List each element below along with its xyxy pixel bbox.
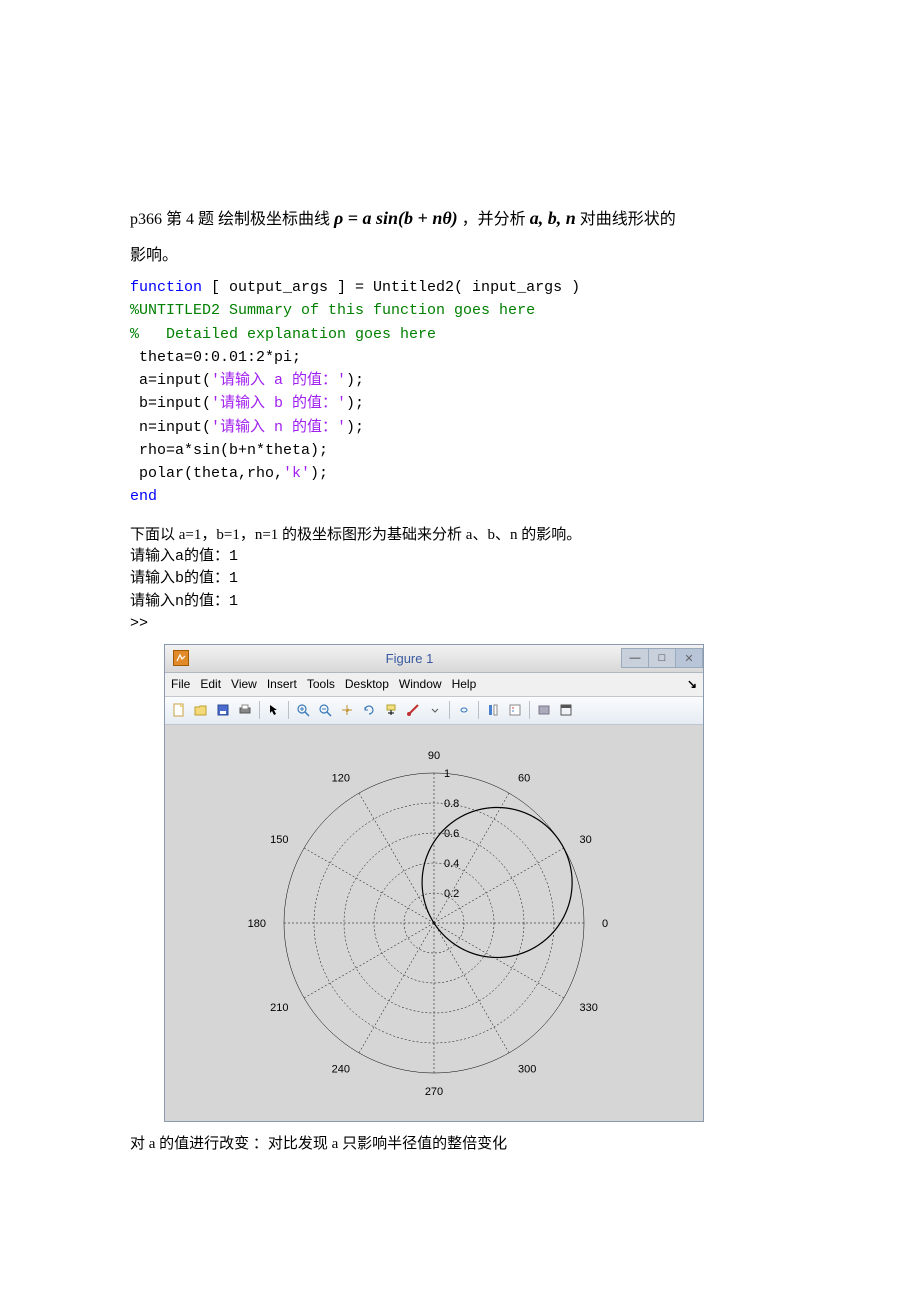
problem-vars: a, b, n xyxy=(530,208,576,228)
svg-text:180: 180 xyxy=(248,918,266,930)
code-l7b: '请输入 n 的值：' xyxy=(211,419,346,436)
problem-suffix1: 对曲线形状的 xyxy=(580,211,676,228)
problem-statement-2: 影响。 xyxy=(130,240,790,272)
menu-overflow-icon[interactable]: ↘ xyxy=(687,677,697,691)
figure-window: Figure 1 — □ ✕ File Edit View Insert Too… xyxy=(164,644,704,1122)
svg-text:90: 90 xyxy=(428,750,440,762)
problem-prefix: p366 第 4 题 绘制极坐标曲线 xyxy=(130,211,330,228)
command-output: 请输入a的值：1 请输入b的值：1 请输入n的值：1 >> xyxy=(130,546,790,636)
svg-text:0.8: 0.8 xyxy=(444,798,459,810)
code-l5c: ); xyxy=(346,372,364,389)
menu-tools[interactable]: Tools xyxy=(307,677,335,691)
cmd-l3: 请输入n的值：1 xyxy=(130,593,238,610)
menu-edit[interactable]: Edit xyxy=(200,677,221,691)
toolbar-separator xyxy=(478,701,479,719)
cmd-l1: 请输入a的值：1 xyxy=(130,548,238,565)
open-icon[interactable] xyxy=(191,700,211,720)
new-icon[interactable] xyxy=(169,700,189,720)
svg-text:150: 150 xyxy=(270,834,288,846)
brush-icon[interactable] xyxy=(403,700,423,720)
code-l1b: [ output_args ] = Untitled2( input_args … xyxy=(202,279,580,296)
svg-text:60: 60 xyxy=(518,772,530,784)
toolbar xyxy=(165,697,703,725)
insert-legend-icon[interactable] xyxy=(505,700,525,720)
code-l9b: 'k' xyxy=(283,465,310,482)
problem-formula: ρ = a sin(b + nθ) xyxy=(334,208,458,228)
problem-mid: ，并分析 xyxy=(462,211,526,228)
polar-plot: 0 30 60 90 120 150 180 210 240 270 300 330 0.2 0.4 0.6… xyxy=(244,743,624,1103)
menu-desktop[interactable]: Desktop xyxy=(345,677,389,691)
arrow-icon[interactable] xyxy=(264,700,284,720)
close-button[interactable]: ✕ xyxy=(675,648,703,668)
code-l6b: '请输入 b 的值：' xyxy=(211,395,346,412)
zoom-out-icon[interactable] xyxy=(315,700,335,720)
conclusion: 对 a 的值进行改变 ：对比发现 a 只影响半径值的整倍变化 xyxy=(130,1132,790,1153)
svg-text:240: 240 xyxy=(332,1063,350,1075)
code-l7c: ); xyxy=(346,419,364,436)
dock-icon[interactable] xyxy=(556,700,576,720)
svg-text:330: 330 xyxy=(579,1002,597,1014)
code-l9c: ); xyxy=(310,465,328,482)
dropdown-icon[interactable] xyxy=(425,700,445,720)
menu-file[interactable]: File xyxy=(171,677,190,691)
matlab-code: function [ output_args ] = Untitled2( in… xyxy=(130,276,790,509)
print-icon[interactable] xyxy=(235,700,255,720)
pan-icon[interactable] xyxy=(337,700,357,720)
matlab-icon xyxy=(173,650,189,666)
code-l6c: ); xyxy=(346,395,364,412)
toolbar-separator xyxy=(288,701,289,719)
toolbar-separator xyxy=(529,701,530,719)
cmd-prompt: >> xyxy=(130,615,148,632)
maximize-button[interactable]: □ xyxy=(648,648,676,668)
code-l5a: a=input( xyxy=(130,372,211,389)
code-l9a: polar(theta,rho, xyxy=(130,465,283,482)
zoom-in-icon[interactable] xyxy=(293,700,313,720)
titlebar: Figure 1 — □ ✕ xyxy=(165,645,703,673)
code-l4: theta=0:0.01:2*pi; xyxy=(130,349,301,366)
code-l7a: n=input( xyxy=(130,419,211,436)
svg-text:210: 210 xyxy=(270,1002,288,1014)
analysis-intro: 下面以 a=1，b=1，n=1 的极坐标图形为基础来分析 a、b、n 的影响。 xyxy=(130,523,790,544)
menu-window[interactable]: Window xyxy=(399,677,442,691)
code-comment-1: %UNTITLED2 Summary of this function goes… xyxy=(130,302,535,319)
minimize-button[interactable]: — xyxy=(621,648,649,668)
code-l5b: '请输入 a 的值：' xyxy=(211,372,346,389)
toolbar-separator xyxy=(449,701,450,719)
svg-text:30: 30 xyxy=(579,834,591,846)
plot-area: 0 30 60 90 120 150 180 210 240 270 300 330 0.2 0.4 0.6… xyxy=(165,725,703,1121)
svg-text:0.6: 0.6 xyxy=(444,828,459,840)
insert-colorbar-icon[interactable] xyxy=(483,700,503,720)
svg-text:0: 0 xyxy=(602,918,608,930)
toolbar-separator xyxy=(259,701,260,719)
link-icon[interactable] xyxy=(454,700,474,720)
cmd-l2: 请输入b的值：1 xyxy=(130,570,238,587)
svg-text:1: 1 xyxy=(444,768,450,780)
menu-help[interactable]: Help xyxy=(452,677,477,691)
menu-view[interactable]: View xyxy=(231,677,257,691)
svg-text:0.2: 0.2 xyxy=(444,888,459,900)
menu-insert[interactable]: Insert xyxy=(267,677,297,691)
kw-function: function xyxy=(130,279,202,296)
kw-end: end xyxy=(130,488,157,505)
save-icon[interactable] xyxy=(213,700,233,720)
data-cursor-icon[interactable] xyxy=(381,700,401,720)
hide-tools-icon[interactable] xyxy=(534,700,554,720)
svg-text:120: 120 xyxy=(332,772,350,784)
problem-suffix2: 影响。 xyxy=(130,247,178,264)
code-comment-2: % Detailed explanation goes here xyxy=(130,326,436,343)
svg-text:270: 270 xyxy=(425,1086,443,1098)
menubar: File Edit View Insert Tools Desktop Wind… xyxy=(165,673,703,697)
problem-statement: p366 第 4 题 绘制极坐标曲线 ρ = a sin(b + nθ) ，并分… xyxy=(130,200,790,236)
svg-text:300: 300 xyxy=(518,1063,536,1075)
window-title: Figure 1 xyxy=(197,651,622,666)
code-l6a: b=input( xyxy=(130,395,211,412)
code-l8: rho=a*sin(b+n*theta); xyxy=(130,442,328,459)
svg-text:0.4: 0.4 xyxy=(444,858,459,870)
rotate-icon[interactable] xyxy=(359,700,379,720)
